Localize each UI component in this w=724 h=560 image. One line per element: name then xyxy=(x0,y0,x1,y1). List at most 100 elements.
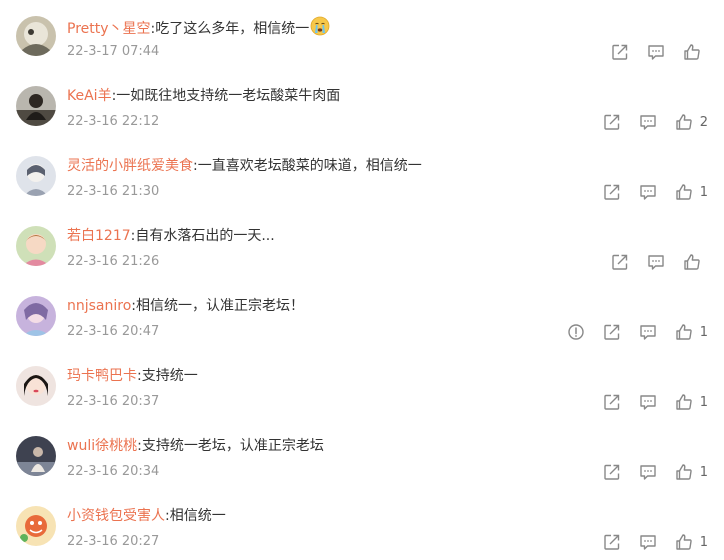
username-link[interactable]: Pretty丶星空 xyxy=(67,21,151,37)
repost-button[interactable] xyxy=(602,532,622,552)
comment-item: Pretty丶星空:吃了这么多年，相信统一 22-3-17 07:44 xyxy=(0,0,724,70)
comment-actions: 1 xyxy=(550,322,708,342)
share-arrow-icon xyxy=(604,464,619,480)
username-link[interactable]: wuli徐桃桃 xyxy=(67,438,137,454)
like-count: 1 xyxy=(699,464,708,480)
avatar[interactable] xyxy=(16,506,56,546)
comment-button[interactable] xyxy=(638,462,658,482)
comment-button[interactable] xyxy=(638,532,658,552)
thumbs-up-icon xyxy=(674,322,694,342)
avatar[interactable] xyxy=(16,296,56,336)
repost-button[interactable] xyxy=(602,182,622,202)
avatar[interactable] xyxy=(16,86,56,126)
comment-item: 玛卡鸭巴卡:支持统一 22-3-16 20:37 1 xyxy=(0,350,724,420)
comment-text: :相信统一，认准正宗老坛！ xyxy=(131,298,305,314)
avatar[interactable] xyxy=(16,16,56,56)
thumbs-up-icon xyxy=(674,532,694,552)
comment-text: :相信统一 xyxy=(165,508,226,524)
crying-face-emoji-icon xyxy=(310,16,330,42)
comment-button[interactable] xyxy=(638,322,658,342)
avatar[interactable] xyxy=(16,436,56,476)
comment-button[interactable] xyxy=(638,112,658,132)
comment-text: :支持统一老坛，认准正宗老坛 xyxy=(137,438,324,454)
thumbs-up-icon xyxy=(682,42,702,62)
username-link[interactable]: KeAi羊 xyxy=(67,88,112,104)
avatar[interactable] xyxy=(16,156,56,196)
timestamp: 22-3-16 20:27 xyxy=(67,534,160,549)
timestamp: 22-3-17 07:44 xyxy=(67,44,160,59)
comment-line: 小资钱包受害人:相信统一 xyxy=(67,506,226,526)
like-button[interactable]: 1 xyxy=(674,182,708,202)
username-link[interactable]: 灵活的小胖纸爱美食 xyxy=(67,158,193,174)
comment-line: KeAi羊:一如既往地支持统一老坛酸菜牛肉面 xyxy=(67,86,340,106)
timestamp: 22-3-16 21:26 xyxy=(67,254,160,269)
share-arrow-icon xyxy=(604,114,619,130)
repost-button[interactable] xyxy=(602,392,622,412)
like-button[interactable]: 1 xyxy=(674,392,708,412)
comment-bubble-icon xyxy=(640,185,656,200)
repost-button[interactable] xyxy=(610,42,630,62)
like-button[interactable] xyxy=(682,252,708,272)
username-link[interactable]: 若白1217 xyxy=(67,228,131,244)
avatar[interactable] xyxy=(16,226,56,266)
like-button[interactable]: 2 xyxy=(674,112,708,132)
timestamp: 22-3-16 20:34 xyxy=(67,464,160,479)
thumbs-up-icon xyxy=(674,112,694,132)
timestamp: 22-3-16 21:30 xyxy=(67,184,160,199)
like-button[interactable]: 1 xyxy=(674,532,708,552)
share-arrow-icon xyxy=(604,184,619,200)
username-link[interactable]: 玛卡鸭巴卡 xyxy=(67,368,137,384)
avatar[interactable] xyxy=(16,366,56,406)
repost-button[interactable] xyxy=(602,112,622,132)
comment-text: :吃了这么多年，相信统一 xyxy=(150,21,310,37)
like-count: 2 xyxy=(699,114,708,130)
username-link[interactable]: nnjsaniro xyxy=(67,298,131,314)
comment-bubble-icon xyxy=(640,325,656,340)
comment-item: wuli徐桃桃:支持统一老坛，认准正宗老坛 22-3-16 20:34 1 xyxy=(0,420,724,490)
like-button[interactable] xyxy=(682,42,708,62)
comment-bubble-icon xyxy=(640,535,656,550)
comment-bubble-icon xyxy=(640,395,656,410)
like-count: 1 xyxy=(699,184,708,200)
comment-actions: 2 xyxy=(586,112,708,132)
comment-line: 灵活的小胖纸爱美食:一直喜欢老坛酸菜的味道，相信统一 xyxy=(67,156,422,176)
like-count: 1 xyxy=(699,534,708,550)
comment-actions: 1 xyxy=(586,182,708,202)
comment-line: wuli徐桃桃:支持统一老坛，认准正宗老坛 xyxy=(67,436,324,456)
comment-text: :一直喜欢老坛酸菜的味道，相信统一 xyxy=(193,158,422,174)
share-arrow-icon xyxy=(612,44,628,60)
share-arrow-icon xyxy=(604,534,619,550)
like-button[interactable]: 1 xyxy=(674,322,708,342)
comment-item: 灵活的小胖纸爱美食:一直喜欢老坛酸菜的味道，相信统一 22-3-16 21:30… xyxy=(0,140,724,210)
comment-item: nnjsaniro:相信统一，认准正宗老坛！ 22-3-16 20:47 1 xyxy=(0,280,724,350)
timestamp: 22-3-16 22:12 xyxy=(67,114,160,129)
comment-button[interactable] xyxy=(638,182,658,202)
comment-item: 小资钱包受害人:相信统一 22-3-16 20:27 1 xyxy=(0,490,724,560)
comment-bubble-icon xyxy=(640,465,656,480)
comment-bubble-icon xyxy=(648,45,664,60)
comment-actions: 1 xyxy=(586,392,708,412)
comment-actions: 1 xyxy=(586,462,708,482)
username-link[interactable]: 小资钱包受害人 xyxy=(67,508,165,524)
share-arrow-icon xyxy=(604,324,619,340)
comment-item: 若白1217:自有水落石出的一天... 22-3-16 21:26 xyxy=(0,210,724,280)
thumbs-up-icon xyxy=(682,252,702,272)
comment-bubble-icon xyxy=(648,255,664,270)
comment-line: nnjsaniro:相信统一，认准正宗老坛！ xyxy=(67,296,304,316)
share-arrow-icon xyxy=(604,394,619,410)
comment-actions xyxy=(594,252,708,272)
report-button[interactable] xyxy=(566,322,586,342)
comment-button[interactable] xyxy=(646,42,666,62)
comment-line: 玛卡鸭巴卡:支持统一 xyxy=(67,366,198,386)
like-button[interactable]: 1 xyxy=(674,462,708,482)
comment-button[interactable] xyxy=(638,392,658,412)
repost-button[interactable] xyxy=(602,462,622,482)
comment-item: KeAi羊:一如既往地支持统一老坛酸菜牛肉面 22-3-16 22:12 2 xyxy=(0,70,724,140)
comment-line: Pretty丶星空:吃了这么多年，相信统一 xyxy=(67,16,330,42)
comment-button[interactable] xyxy=(646,252,666,272)
timestamp: 22-3-16 20:47 xyxy=(67,324,160,339)
thumbs-up-icon xyxy=(674,182,694,202)
repost-button[interactable] xyxy=(610,252,630,272)
repost-button[interactable] xyxy=(602,322,622,342)
comment-actions: 1 xyxy=(586,532,708,552)
